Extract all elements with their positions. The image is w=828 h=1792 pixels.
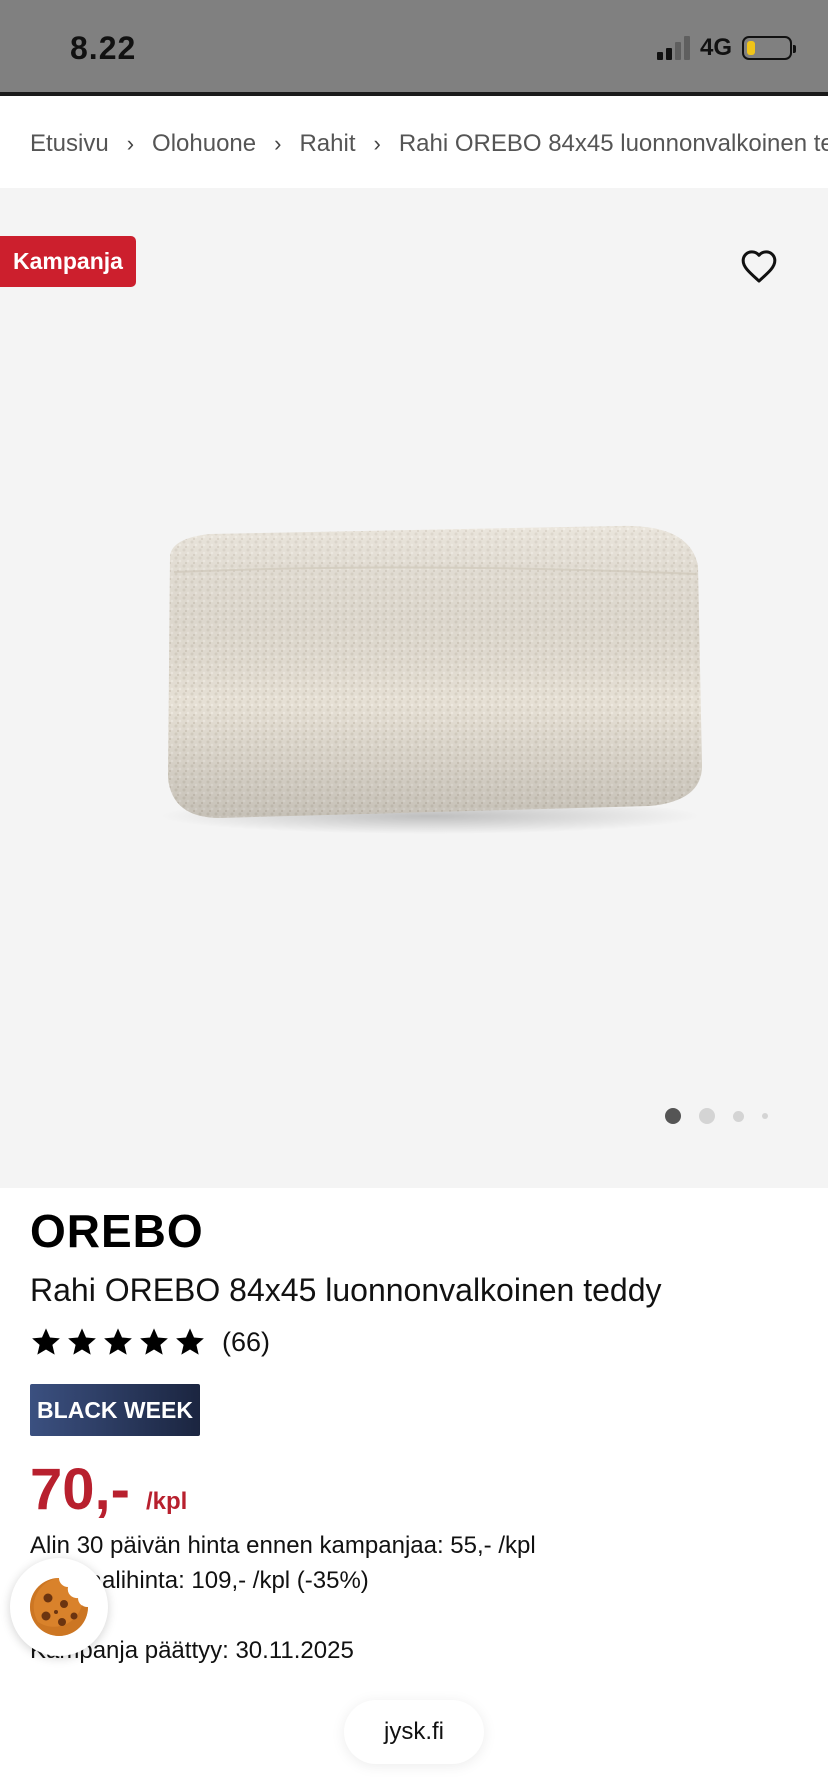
carousel-dot[interactable] xyxy=(699,1108,715,1124)
black-week-badge: BLACK WEEK xyxy=(30,1384,200,1436)
battery-icon xyxy=(742,36,796,60)
lowest-price-info: Alin 30 päivän hinta ennen kampanjaa: 55… xyxy=(30,1532,536,1559)
carousel-dots xyxy=(665,1108,768,1124)
chevron-right-icon: › xyxy=(373,131,381,156)
breadcrumb-current: Rahi OREBO 84x45 luonnonvalkoinen teddy xyxy=(398,130,828,157)
cookie-icon xyxy=(30,1578,88,1636)
campaign-badge: Kampanja xyxy=(0,236,136,287)
star-icon xyxy=(104,1328,132,1355)
product-rating[interactable]: (66) xyxy=(30,1326,270,1358)
signal-icon xyxy=(656,36,690,60)
price-unit: /kpl xyxy=(145,1488,188,1515)
status-time: 8.22 xyxy=(70,30,137,66)
carousel-dot[interactable] xyxy=(762,1113,768,1119)
star-rating xyxy=(30,1326,206,1358)
product-title: Rahi OREBO 84x45 luonnonvalkoinen teddy xyxy=(30,1272,662,1308)
product-image-carousel[interactable]: Kampanja xyxy=(0,188,828,1188)
star-icon xyxy=(68,1328,96,1355)
carousel-dot[interactable] xyxy=(733,1110,744,1122)
network-label: 4G xyxy=(699,34,732,61)
price-row: 70,- /kpl xyxy=(30,1456,187,1523)
breadcrumb-home[interactable]: Etusivu xyxy=(30,130,109,158)
browser-domain-pill[interactable]: jysk.fi xyxy=(344,1700,484,1764)
cookie-settings-button[interactable] xyxy=(10,1558,108,1656)
product-price: 70,- xyxy=(30,1457,130,1522)
breadcrumb-ottomans[interactable]: Rahit xyxy=(299,130,355,158)
star-icon xyxy=(140,1328,168,1355)
star-icon xyxy=(176,1328,204,1355)
chevron-right-icon: › xyxy=(274,131,282,156)
product-image xyxy=(160,525,702,834)
breadcrumb: Etusivu › Olohuone › Rahit › Rahi OREBO … xyxy=(30,100,828,188)
star-icon xyxy=(32,1328,60,1355)
chevron-right-icon: › xyxy=(126,131,135,156)
breadcrumb-living-room[interactable]: Olohuone xyxy=(152,130,256,158)
heart-outline-icon[interactable] xyxy=(740,248,778,284)
product-brand: OREBO xyxy=(30,1205,204,1257)
status-bar: 8.22 4G xyxy=(0,0,828,96)
status-indicators: 4G xyxy=(656,34,796,62)
carousel-dot[interactable] xyxy=(665,1108,681,1124)
review-count[interactable]: (66) xyxy=(222,1327,270,1358)
